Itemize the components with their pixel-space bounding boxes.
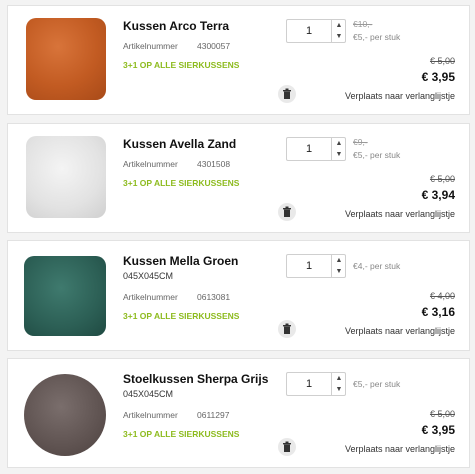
article-number: 0613081 <box>197 292 231 302</box>
product-name[interactable]: Kussen Mella Groen <box>123 254 238 268</box>
quantity-stepper[interactable]: 1 ▲ ▼ <box>286 254 346 278</box>
article-label: Artikelnummer <box>123 292 178 302</box>
trash-icon[interactable] <box>278 438 296 456</box>
product-image[interactable] <box>26 136 106 218</box>
unit-price: €5,- per stuk <box>353 32 401 42</box>
price-old: € 5,00 <box>429 56 455 66</box>
move-to-wishlist-link[interactable]: Verplaats naar verlanglijstje <box>345 444 455 454</box>
quantity-value[interactable]: 1 <box>287 373 331 395</box>
chevron-up-icon[interactable]: ▲ <box>332 373 346 384</box>
product-size: 045X045CM <box>123 389 174 399</box>
product-name[interactable]: Kussen Avella Zand <box>123 137 236 151</box>
quantity-stepper[interactable]: 1 ▲ ▼ <box>286 372 346 396</box>
article-label: Artikelnummer <box>123 159 178 169</box>
article-label: Artikelnummer <box>123 41 178 51</box>
trash-icon[interactable] <box>278 320 296 338</box>
quantity-value[interactable]: 1 <box>287 20 331 42</box>
price: € 3,94 <box>421 188 455 202</box>
quantity-stepper[interactable]: 1 ▲ ▼ <box>286 137 346 161</box>
promo-label: 3+1 OP ALLE SIERKUSSENS <box>123 178 240 188</box>
move-to-wishlist-link[interactable]: Verplaats naar verlanglijstje <box>345 326 455 336</box>
chevron-up-icon[interactable]: ▲ <box>332 20 346 31</box>
article-number: 0611297 <box>197 410 230 420</box>
chevron-down-icon[interactable]: ▼ <box>332 266 346 277</box>
promo-label: 3+1 OP ALLE SIERKUSSENS <box>123 429 240 439</box>
chevron-up-icon[interactable]: ▲ <box>332 255 346 266</box>
quantity-value[interactable]: 1 <box>287 138 331 160</box>
unit-price-old: €10,- <box>353 19 373 29</box>
trash-icon[interactable] <box>278 203 296 221</box>
price: € 3,16 <box>421 305 455 319</box>
product-size: 045X045CM <box>123 271 174 281</box>
promo-label: 3+1 OP ALLE SIERKUSSENS <box>123 311 240 321</box>
product-image[interactable] <box>24 256 106 336</box>
chevron-down-icon[interactable]: ▼ <box>332 31 346 42</box>
price-old: € 5,00 <box>429 409 455 419</box>
article-number: 4300057 <box>197 41 231 51</box>
unit-price: €5,- per stuk <box>353 150 401 160</box>
product-name[interactable]: Kussen Arco Terra <box>123 19 229 33</box>
price: € 3,95 <box>421 70 455 84</box>
cart-item: Kussen Mella Groen 045X045CM Artikelnumm… <box>7 240 470 351</box>
quantity-stepper[interactable]: 1 ▲ ▼ <box>286 19 346 43</box>
price-old: € 5,00 <box>429 174 455 184</box>
chevron-up-icon[interactable]: ▲ <box>332 138 346 149</box>
unit-price-old: €9,- <box>353 137 368 147</box>
price-old: € 4,00 <box>429 291 455 301</box>
cart-item: Stoelkussen Sherpa Grijs 045X045CM Artik… <box>7 358 470 468</box>
unit-price: €5,- per stuk <box>353 379 401 389</box>
promo-label: 3+1 OP ALLE SIERKUSSENS <box>123 60 240 70</box>
price: € 3,95 <box>421 423 455 437</box>
trash-icon[interactable] <box>278 85 296 103</box>
quantity-value[interactable]: 1 <box>287 255 331 277</box>
article-label: Artikelnummer <box>123 410 178 420</box>
move-to-wishlist-link[interactable]: Verplaats naar verlanglijstje <box>345 91 455 101</box>
cart-item: Kussen Arco Terra Artikelnummer 4300057 … <box>7 5 470 115</box>
product-image[interactable] <box>24 374 106 456</box>
product-name[interactable]: Stoelkussen Sherpa Grijs <box>123 372 268 386</box>
unit-price: €4,- per stuk <box>353 261 401 271</box>
move-to-wishlist-link[interactable]: Verplaats naar verlanglijstje <box>345 209 455 219</box>
cart-item: Kussen Avella Zand Artikelnummer 4301508… <box>7 123 470 233</box>
chevron-down-icon[interactable]: ▼ <box>332 149 346 160</box>
product-image[interactable] <box>26 18 106 100</box>
chevron-down-icon[interactable]: ▼ <box>332 384 346 395</box>
article-number: 4301508 <box>197 159 231 169</box>
